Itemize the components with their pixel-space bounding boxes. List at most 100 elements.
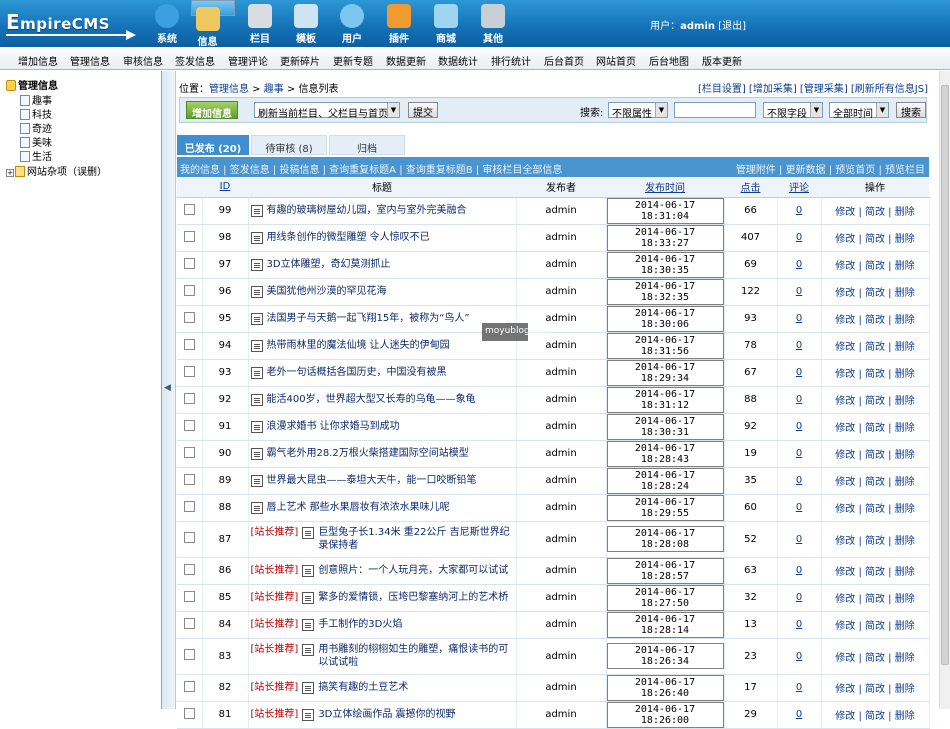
row-comments-link[interactable]: 0 (796, 565, 802, 576)
edit-doc-icon[interactable] (302, 619, 315, 631)
row-ops-links[interactable]: 修改 | 简改 | 删除 (835, 396, 914, 407)
nav-globe[interactable]: 系统 (145, 0, 189, 47)
row-title-link[interactable]: 浪漫求婚书 让你求婚马到成功 (267, 420, 400, 433)
nav-user[interactable]: 用户 (330, 0, 374, 47)
link-bar-left[interactable]: 我的信息 | 签发信息 | 投稿信息 | 查询重复标题A | 查询重复标题B |… (180, 161, 562, 176)
row-checkbox[interactable] (183, 203, 195, 215)
time-select[interactable]: 全部时间 ▼ (829, 102, 889, 120)
row-ops-links[interactable]: 修改 | 简改 | 删除 (835, 504, 914, 515)
tab-published[interactable]: 已发布 (20) (177, 135, 249, 155)
row-ops-links[interactable]: 修改 | 简改 | 删除 (835, 594, 914, 605)
tab-archive[interactable]: 归档 (329, 135, 405, 155)
row-ops-links[interactable]: 修改 | 简改 | 删除 (835, 711, 914, 722)
row-title-link[interactable]: 热带雨林里的魔法仙境 让人迷失的伊甸园 (267, 339, 450, 352)
row-title-link[interactable]: 美国犹他州沙漠的罕见花海 (267, 285, 387, 298)
edit-doc-icon[interactable] (250, 205, 263, 217)
row-ops-links[interactable]: 修改 | 简改 | 删除 (835, 315, 914, 326)
row-checkbox[interactable] (183, 500, 195, 512)
row-checkbox[interactable] (183, 446, 195, 458)
tab-pending[interactable]: 待审核 (8) (251, 135, 327, 155)
tree-item[interactable]: 美味 (20, 134, 52, 149)
row-checkbox[interactable] (183, 230, 195, 242)
row-ops-links[interactable]: 修改 | 简改 | 删除 (835, 261, 914, 272)
submit-button[interactable]: 提交 (408, 102, 438, 119)
breadcrumb-category[interactable]: 趣事 (264, 84, 284, 95)
row-checkbox[interactable] (183, 284, 195, 296)
tree-item[interactable]: 趣事 (20, 92, 52, 107)
scrollbar-thumb[interactable] (941, 85, 949, 665)
menu-item[interactable]: 管理评论 (228, 53, 268, 68)
edit-doc-icon[interactable] (250, 313, 263, 325)
row-title-link[interactable]: 用书雕刻的栩栩如生的雕塑，痛恨读书的可以试试啦 (318, 643, 513, 669)
row-comments-link[interactable]: 0 (796, 394, 802, 405)
row-checkbox[interactable] (183, 338, 195, 350)
row-comments-link[interactable]: 0 (796, 232, 802, 243)
edit-doc-icon[interactable] (302, 682, 315, 694)
menu-item[interactable]: 数据统计 (438, 53, 478, 68)
nav-pencil[interactable]: 信息 (191, 0, 235, 48)
row-title-link[interactable]: 繁多的爱情锁，压垮巴黎塞纳河上的艺术桥 (318, 591, 508, 604)
breadcrumb-manage[interactable]: 管理信息 (209, 84, 249, 95)
row-comments-link[interactable]: 0 (796, 619, 802, 630)
edit-doc-icon[interactable] (250, 259, 263, 271)
row-checkbox[interactable] (183, 649, 195, 660)
row-title-link[interactable]: 能活400岁，世界超大型又长寿的乌龟——象龟 (267, 393, 476, 406)
nav-card[interactable]: 商城 (424, 0, 468, 47)
row-checkbox[interactable] (183, 532, 195, 543)
row-ops-links[interactable]: 修改 | 简改 | 删除 (835, 207, 914, 218)
row-comments-link[interactable]: 0 (796, 340, 802, 351)
row-title-link[interactable]: 3D立体绘画作品 震撼你的视野 (318, 708, 455, 721)
collapse-arrow-icon[interactable]: ◀ (164, 383, 171, 393)
row-ops-links[interactable]: 修改 | 简改 | 删除 (835, 342, 914, 353)
row-ops-links[interactable]: 修改 | 简改 | 删除 (835, 369, 914, 380)
row-checkbox[interactable] (183, 617, 195, 629)
edit-doc-icon[interactable] (250, 475, 263, 487)
row-comments-link[interactable]: 0 (796, 448, 802, 459)
refresh-select[interactable]: 刷新当前栏目、父栏目与首页 ▼ (254, 102, 400, 120)
nav-tools[interactable]: 插件 (377, 0, 421, 47)
row-ops-links[interactable]: 修改 | 简改 | 删除 (835, 621, 914, 632)
menu-item[interactable]: 更新碎片 (280, 53, 320, 68)
row-title-link[interactable]: 唇上艺术 那些水果唇妆有浓浓水果味儿呢 (267, 501, 450, 514)
row-ops-links[interactable]: 修改 | 简改 | 删除 (835, 423, 914, 434)
row-comments-link[interactable]: 0 (796, 502, 802, 513)
edit-doc-icon[interactable] (250, 286, 263, 298)
row-title-link[interactable]: 手工制作的3D火焰 (318, 618, 402, 631)
row-title-link[interactable]: 世界最大昆虫——泰坦大天牛，能一口咬断铅笔 (267, 474, 477, 487)
row-title-link[interactable]: 3D立体雕塑，奇幻莫测抓止 (267, 258, 391, 271)
menu-item[interactable]: 审核信息 (123, 53, 163, 68)
row-comments-link[interactable]: 0 (796, 286, 802, 297)
nav-window[interactable]: 模板 (284, 0, 328, 47)
row-ops-links[interactable]: 修改 | 简改 | 删除 (835, 653, 914, 664)
edit-doc-icon[interactable] (250, 394, 263, 406)
row-comments-link[interactable]: 0 (796, 475, 802, 486)
header-clicks[interactable]: 点击 (724, 177, 777, 198)
row-comments-link[interactable]: 0 (796, 421, 802, 432)
row-ops-links[interactable]: 修改 | 简改 | 删除 (835, 567, 914, 578)
menu-item[interactable]: 数据更新 (386, 53, 426, 68)
row-comments-link[interactable]: 0 (796, 651, 802, 662)
edit-doc-icon[interactable] (302, 565, 315, 577)
menu-item[interactable]: 更新专题 (333, 53, 373, 68)
menu-item[interactable]: 版本更新 (702, 53, 742, 68)
row-ops-links[interactable]: 修改 | 简改 | 删除 (835, 477, 914, 488)
row-checkbox[interactable] (183, 680, 195, 692)
edit-doc-icon[interactable] (302, 644, 315, 656)
row-ops-links[interactable]: 修改 | 简改 | 删除 (835, 288, 914, 299)
tree-root[interactable]: 管理信息 (6, 77, 58, 92)
tree-item[interactable]: 奇迹 (20, 120, 52, 135)
row-comments-link[interactable]: 0 (796, 534, 802, 545)
edit-doc-icon[interactable] (250, 367, 263, 379)
tree-item[interactable]: 生活 (20, 148, 52, 163)
menu-item[interactable]: 增加信息 (18, 53, 58, 68)
attr-select[interactable]: 不限属性 ▼ (608, 102, 668, 120)
row-ops-links[interactable]: 修改 | 简改 | 删除 (835, 536, 914, 547)
menu-item[interactable]: 后台地图 (649, 53, 689, 68)
panel-splitter[interactable]: ◀ (162, 71, 176, 709)
search-input[interactable] (674, 102, 756, 118)
row-title-link[interactable]: 法国男子与天鹅一起飞翔15年，被称为“鸟人” (267, 312, 470, 325)
row-title-link[interactable]: 用线条创作的微型雕塑 令人惊叹不已 (267, 231, 430, 244)
row-title-link[interactable]: 巨型兔子长1.34米 重22公斤 吉尼斯世界纪录保持者 (318, 526, 513, 552)
row-checkbox[interactable] (183, 563, 195, 575)
row-ops-links[interactable]: 修改 | 简改 | 删除 (835, 234, 914, 245)
